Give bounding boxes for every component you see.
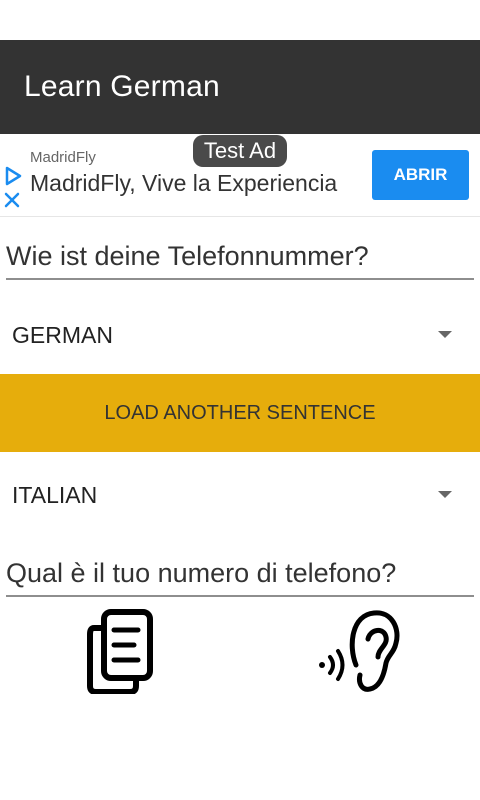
status-bar <box>0 0 480 40</box>
chevron-down-icon <box>438 491 452 498</box>
target-language-select[interactable]: ITALIAN <box>0 460 480 530</box>
target-language-value: ITALIAN <box>12 481 98 508</box>
source-language-value: GERMAN <box>12 321 113 348</box>
source-sentence-field[interactable]: Wie ist deine Telefonnummer? <box>6 236 474 280</box>
copy-icon[interactable] <box>86 608 154 694</box>
ad-open-button[interactable]: ABRIR <box>372 150 469 200</box>
test-ad-badge: Test Ad <box>193 135 287 167</box>
source-language-select[interactable]: GERMAN <box>0 300 480 370</box>
chevron-down-icon <box>438 331 452 338</box>
ad-headline[interactable]: MadridFly, Vive la Experiencia <box>30 170 337 197</box>
load-another-sentence-button[interactable]: LOAD ANOTHER SENTENCE <box>0 374 480 452</box>
app-title: Learn German <box>24 70 220 103</box>
app-bar: Learn German <box>0 40 480 134</box>
target-sentence-field[interactable]: Qual è il tuo numero di telefono? <box>6 553 474 597</box>
adchoices-play-icon[interactable] <box>3 166 23 186</box>
ad-advertiser: MadridFly <box>30 149 96 166</box>
ear-sound-icon[interactable] <box>318 605 402 695</box>
close-icon[interactable] <box>4 192 20 208</box>
